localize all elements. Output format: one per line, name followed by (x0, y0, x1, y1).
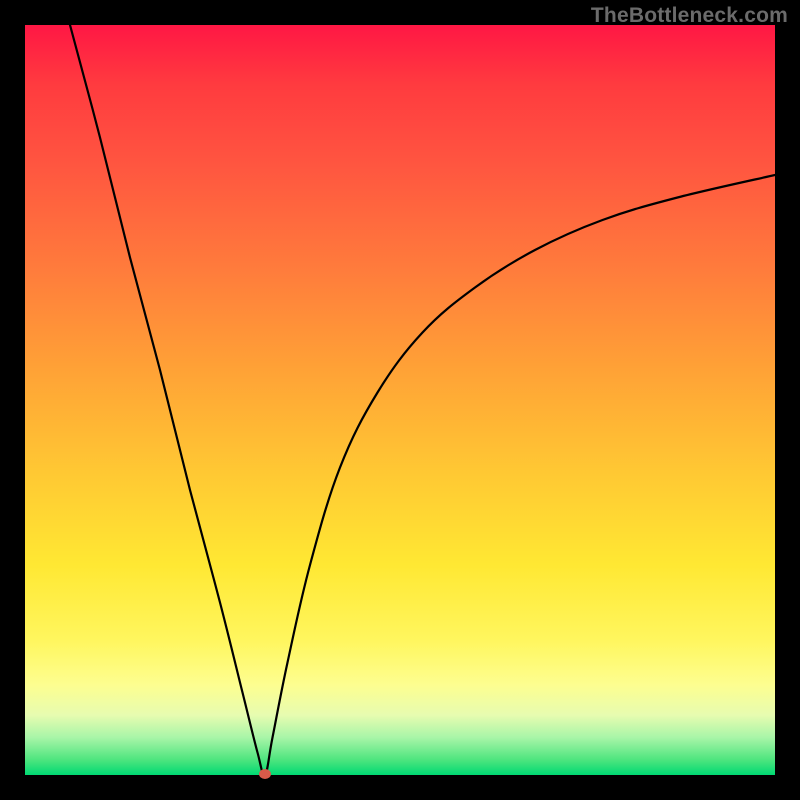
bottleneck-curve (25, 25, 775, 775)
plot-area (25, 25, 775, 775)
minimum-point-marker (259, 769, 271, 779)
chart-frame: TheBottleneck.com (0, 0, 800, 800)
